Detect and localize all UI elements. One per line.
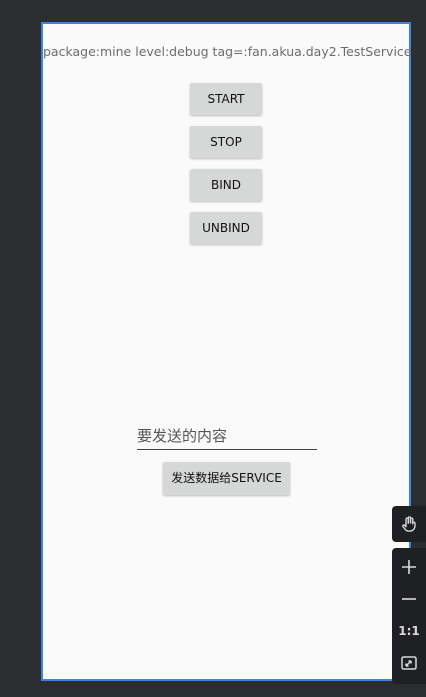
- send-to-service-button[interactable]: 发送数据给SERVICE: [163, 462, 290, 495]
- start-button[interactable]: START: [190, 83, 262, 115]
- hand-icon[interactable]: [392, 509, 426, 539]
- bind-button[interactable]: BIND: [190, 169, 262, 201]
- actual-size-label: 1:1: [398, 624, 420, 638]
- message-input[interactable]: [137, 422, 317, 450]
- plus-icon[interactable]: [392, 552, 426, 582]
- emulator-workspace: package:mine level:debug tag=:fan.akua.d…: [0, 0, 426, 697]
- stop-button[interactable]: STOP: [190, 126, 262, 158]
- unbind-button[interactable]: UNBIND: [190, 212, 262, 244]
- device-screen: package:mine level:debug tag=:fan.akua.d…: [41, 22, 411, 681]
- fit-screen-icon[interactable]: [392, 648, 426, 678]
- emulator-toolbar-zoom: 1:1: [392, 548, 426, 684]
- actual-size-icon[interactable]: 1:1: [392, 616, 426, 646]
- emulator-toolbar-pan: [392, 506, 426, 542]
- log-filter-text: package:mine level:debug tag=:fan.akua.d…: [43, 44, 412, 59]
- minus-icon[interactable]: [392, 584, 426, 614]
